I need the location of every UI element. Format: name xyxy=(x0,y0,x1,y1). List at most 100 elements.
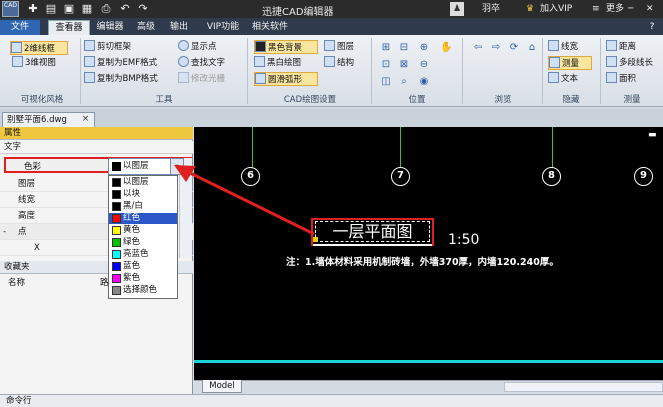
bw-drawing-button[interactable]: 黑白绘图 xyxy=(254,56,301,70)
canvas-edge-marker: ▬ xyxy=(648,130,657,140)
clip-frame-button[interactable]: 剪切框架 xyxy=(84,40,131,54)
tab-editor[interactable]: 编辑器 xyxy=(92,20,128,35)
tab-vip[interactable]: VIP功能 xyxy=(198,20,248,35)
structure-button[interactable]: 结构 xyxy=(324,56,354,70)
color-option[interactable]: 蓝色 xyxy=(109,261,177,272)
tab-related[interactable]: 相关软件 xyxy=(248,20,292,35)
color-option[interactable]: 以块 xyxy=(109,189,177,200)
tab-output[interactable]: 输出 xyxy=(164,20,194,35)
ribbon-separator xyxy=(600,38,601,104)
app-logo-text: CAD xyxy=(4,2,17,9)
smooth-arc-button[interactable]: 圆滑弧形 xyxy=(254,72,318,86)
color-option[interactable]: 绿色 xyxy=(109,237,177,248)
area-icon xyxy=(606,72,617,83)
redo-icon[interactable]: ↷ xyxy=(136,2,150,16)
zoom-window-icon[interactable]: ⊟ xyxy=(398,42,410,53)
ribbon-separator xyxy=(80,38,81,104)
color-option[interactable]: 黑/白 xyxy=(109,201,177,212)
structure-label: 结构 xyxy=(337,58,355,68)
fit-icon[interactable]: ◫ xyxy=(380,76,392,87)
minimize-icon[interactable]: ─ xyxy=(628,2,633,16)
color-option[interactable]: 选择颜色 xyxy=(109,285,177,296)
group-label-position: 位置 xyxy=(408,95,426,105)
command-line[interactable]: 命令行 xyxy=(0,394,663,407)
view-3d-button[interactable]: 3维视图 xyxy=(12,56,56,70)
point-collapse-icon[interactable]: - xyxy=(3,224,6,240)
user-avatar-icon[interactable]: ♟ xyxy=(450,2,464,16)
favorites-col-name[interactable]: 名称 xyxy=(8,275,25,291)
modify-raster-label: 修改光栅 xyxy=(191,74,226,84)
text-section-header[interactable]: 文字 xyxy=(0,141,193,154)
app-logo-icon: CAD xyxy=(2,1,19,17)
color-option[interactable]: 红色 xyxy=(109,213,177,224)
ribbon-separator xyxy=(371,38,372,104)
drawing-note-text[interactable]: 注：1.墙体材料采用机制砖墙，外墙370厚，内墙120.240厚。 xyxy=(286,254,559,268)
grid-line-7 xyxy=(400,127,401,167)
arrow-right-icon[interactable]: ⇨ xyxy=(490,42,502,53)
zoom-out-icon[interactable]: ⊖ xyxy=(418,59,430,70)
zoom-all-icon[interactable]: ⊠ xyxy=(398,59,410,70)
zoom-previous-icon[interactable]: ⊡ xyxy=(380,59,392,70)
area-label: 面积 xyxy=(619,74,637,84)
close-window-icon[interactable]: ✕ xyxy=(646,2,654,16)
measure-toggle-label: 测量 xyxy=(562,59,580,69)
join-vip-link[interactable]: 加入VIP xyxy=(540,2,572,16)
help-icon[interactable]: ? xyxy=(646,20,658,35)
layers-button[interactable]: 图层 xyxy=(324,40,354,54)
menu-icon[interactable]: ≡ xyxy=(592,2,600,16)
copy-icon xyxy=(84,72,95,83)
tab-advanced[interactable]: 高级 xyxy=(130,20,162,35)
color-option[interactable]: 紫色 xyxy=(109,273,177,284)
search-zoom-icon[interactable]: ⌕ xyxy=(398,76,410,87)
distance-button[interactable]: 距离 xyxy=(606,40,636,54)
rotate-icon[interactable]: ◉ xyxy=(418,76,430,87)
line-width-label: 线宽 xyxy=(561,42,579,52)
model-tab[interactable]: Model xyxy=(202,380,242,393)
area-button[interactable]: 面积 xyxy=(606,72,636,86)
color-option[interactable]: 亮蓝色 xyxy=(109,249,177,260)
distance-label: 距离 xyxy=(619,42,637,52)
polyline-length-button[interactable]: 多段线长 xyxy=(606,56,653,70)
text-toggle-button[interactable]: 文本 xyxy=(548,72,578,86)
color-option[interactable]: 以图层 xyxy=(109,177,177,188)
copy-icon xyxy=(84,56,95,67)
close-tab-icon[interactable]: × xyxy=(80,114,91,125)
pan-hand-icon[interactable]: ✋ xyxy=(440,42,452,53)
wireframe-2d-button[interactable]: 2维线框 xyxy=(10,41,68,55)
color-option-swatch xyxy=(112,274,121,283)
color-option[interactable]: 黄色 xyxy=(109,225,177,236)
drawing-title-underline xyxy=(313,244,432,246)
save-icon[interactable]: ▣ xyxy=(62,2,76,16)
zoom-extents-icon[interactable]: ⊞ xyxy=(380,42,392,53)
undo-icon[interactable]: ↶ xyxy=(118,2,132,16)
measure-toggle-button[interactable]: 测量 xyxy=(548,56,592,70)
document-tab-bar xyxy=(0,108,663,127)
save-as-icon[interactable]: ▦ xyxy=(80,2,94,16)
color-option-label: 紫色 xyxy=(123,273,141,283)
copy-emf-button[interactable]: 复制为EMF格式 xyxy=(84,56,157,70)
more-menu[interactable]: 更多 xyxy=(606,2,624,16)
horizontal-scrollbar[interactable] xyxy=(504,382,663,392)
drawing-scale-text[interactable]: 1:50 xyxy=(448,232,479,248)
black-background-button[interactable]: 黑色背景 xyxy=(254,40,318,54)
print-icon[interactable]: ⎙ xyxy=(99,2,113,16)
search-icon xyxy=(178,56,189,67)
open-icon[interactable]: ▤ xyxy=(44,2,58,16)
new-file-icon[interactable]: ✚ xyxy=(26,2,40,16)
tab-file[interactable]: 文件 xyxy=(0,20,40,35)
tab-viewer[interactable]: 查看器 xyxy=(48,20,90,35)
clip-frame-label: 剪切框架 xyxy=(97,42,132,52)
copy-bmp-button[interactable]: 复制为BMP格式 xyxy=(84,72,158,86)
line-width-button[interactable]: 线宽 xyxy=(548,40,578,54)
color-swatch xyxy=(112,162,121,171)
refresh-icon[interactable]: ⟳ xyxy=(508,42,520,53)
wireframe-icon xyxy=(11,42,22,53)
modify-raster-button[interactable]: 修改光栅 xyxy=(178,72,225,86)
show-points-button[interactable]: 显示点 xyxy=(178,40,217,54)
home-icon[interactable]: ⌂ xyxy=(526,42,538,53)
user-name[interactable]: 羽卒 xyxy=(482,2,500,16)
zoom-in-icon[interactable]: ⊕ xyxy=(418,42,430,53)
drawing-title-text[interactable]: 一层平面图 xyxy=(315,221,430,242)
find-text-button[interactable]: 查找文字 xyxy=(178,56,225,70)
arrow-left-icon[interactable]: ⇦ xyxy=(472,42,484,53)
